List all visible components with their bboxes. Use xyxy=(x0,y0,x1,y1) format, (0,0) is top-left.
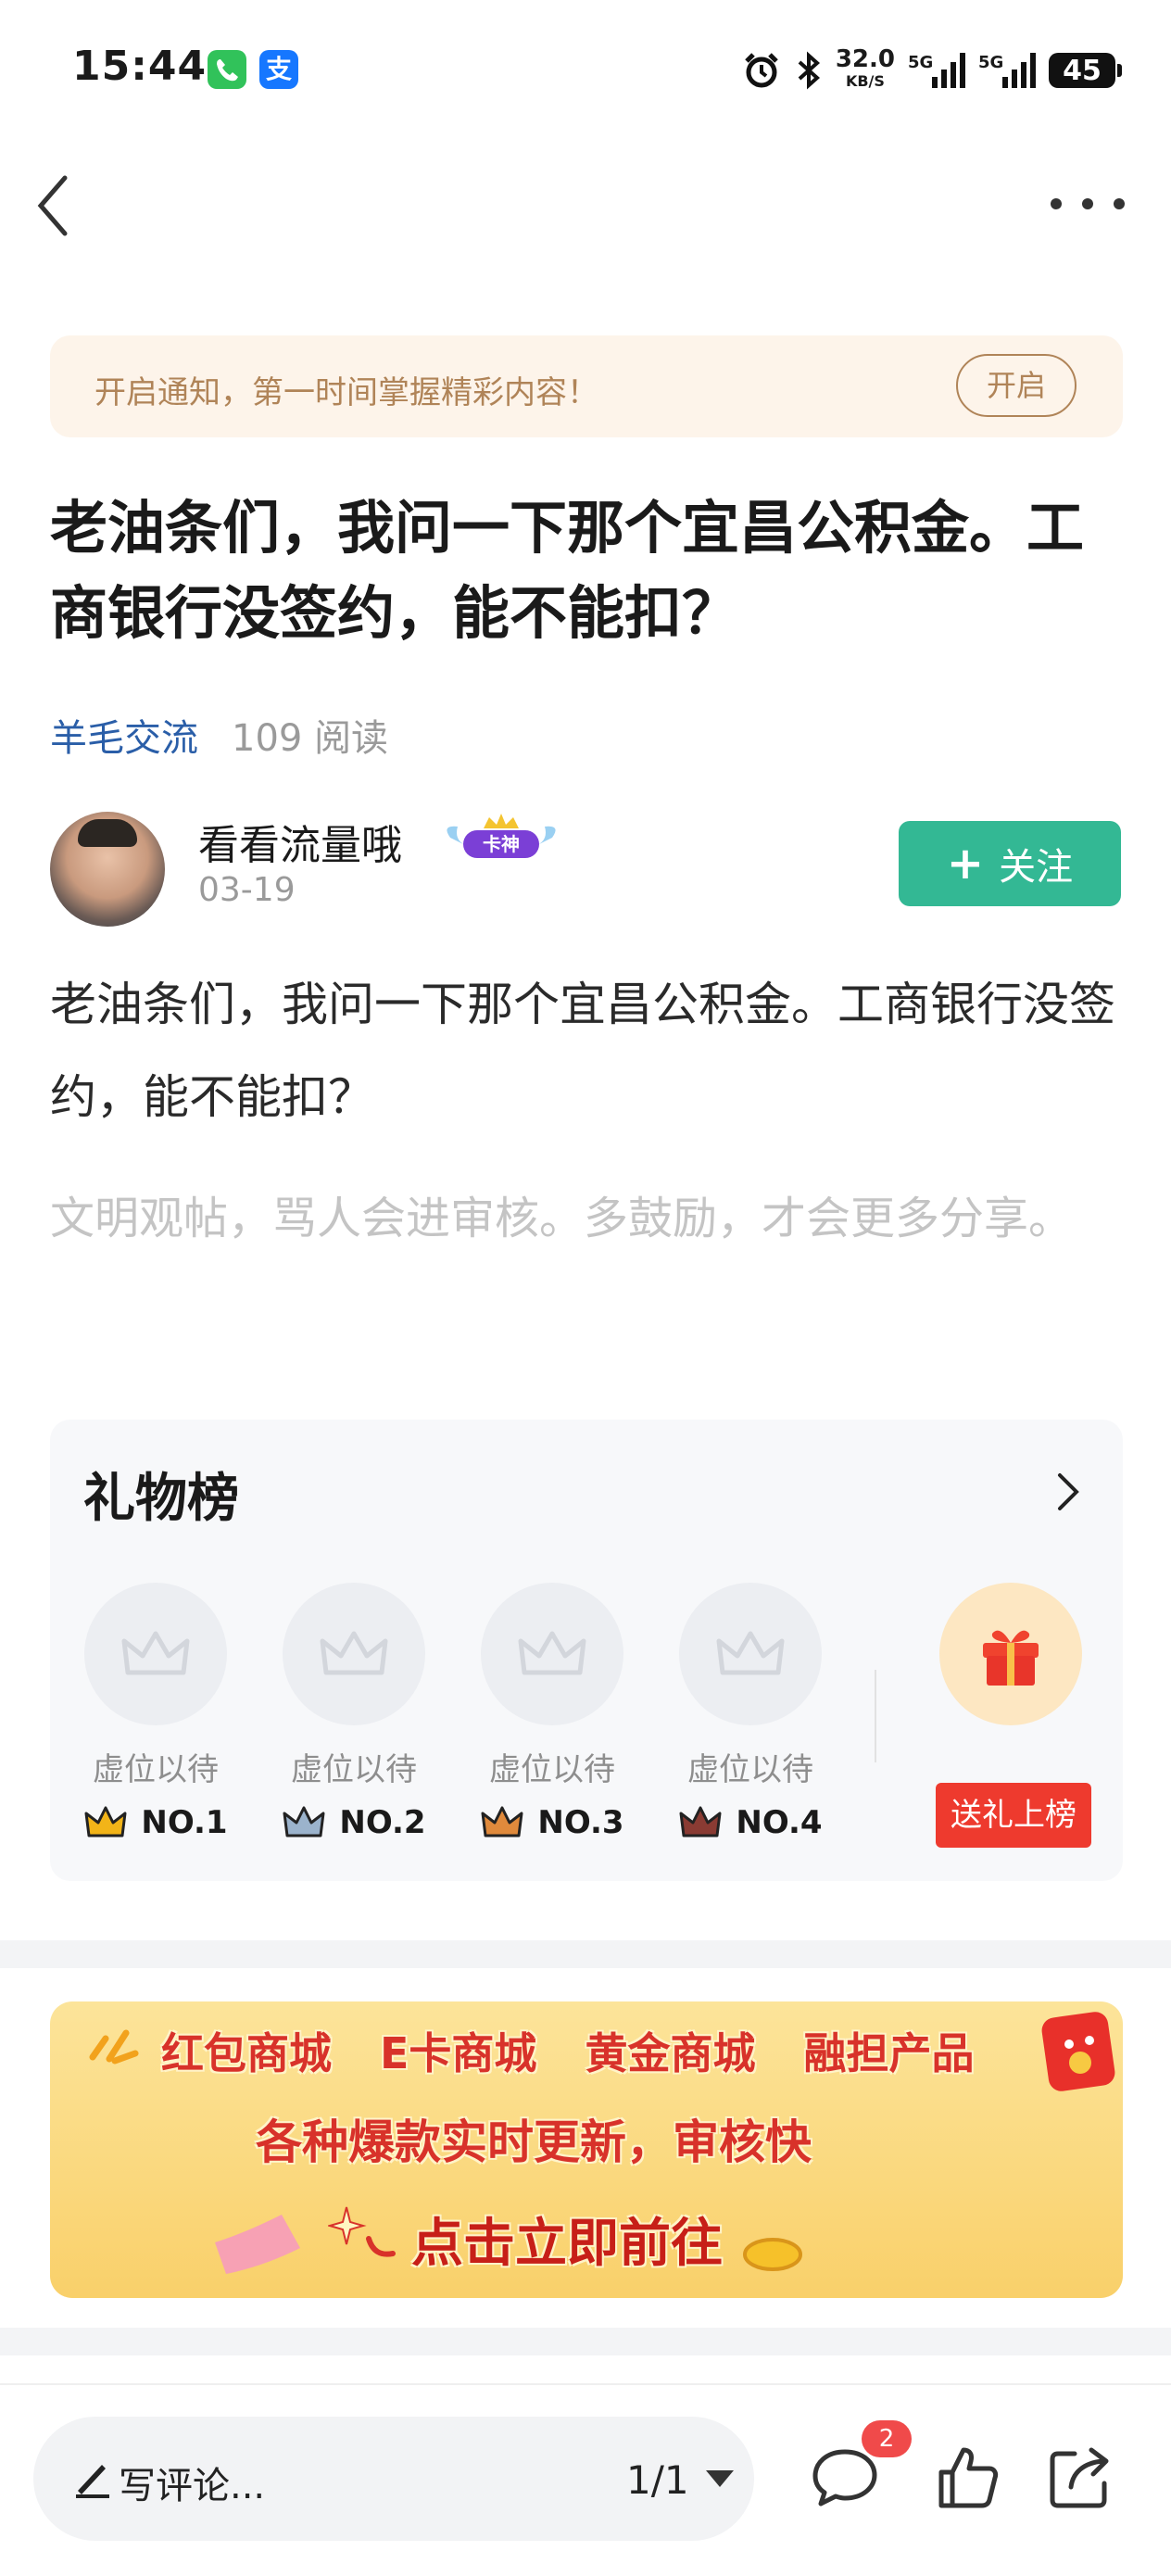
star-icon xyxy=(328,2206,396,2257)
enable-notification-button[interactable]: 开启 xyxy=(956,354,1077,417)
battery-indicator: 45 xyxy=(1049,53,1122,88)
post-title: 老油条们，我问一下那个宜昌公积金。工商银行没签约，能不能扣？ xyxy=(50,494,1085,647)
gift-icon[interactable] xyxy=(939,1583,1082,1725)
empty-slot-crown-icon xyxy=(481,1583,623,1725)
chevron-left-icon xyxy=(37,175,68,236)
alarm-icon xyxy=(745,53,778,88)
gift-slot-4[interactable]: 虚位以待 NO.4 xyxy=(676,1583,825,1841)
gift-ranking-card: 礼物榜 虚位以待 NO.1 虚位以待 NO.2 虚位以待 NO.3 虚位以待 N… xyxy=(50,1420,1123,1881)
like-icon[interactable] xyxy=(930,2441,1004,2515)
civility-hint: 文明观帖，骂人会进审核。多鼓励，才会更多分享。 xyxy=(50,1193,1074,1244)
status-bar: 15:44 支 32.0 KB/S 5G 5G 45 xyxy=(0,0,1171,139)
bronze-crown-icon xyxy=(481,1806,523,1837)
red-envelope-mascot-icon xyxy=(1041,2012,1115,2091)
plus-icon: + xyxy=(946,838,985,890)
gift-slot-3[interactable]: 虚位以待 NO.3 xyxy=(478,1583,626,1841)
network-speed: 32.0 KB/S xyxy=(835,45,895,90)
sparkle-icon xyxy=(89,2029,139,2065)
dark-crown-icon xyxy=(679,1806,722,1837)
page-indicator[interactable]: 1/1 xyxy=(626,2457,689,2503)
status-time: 15:44 xyxy=(72,43,208,90)
post-meta: 羊毛交流 109 阅读 xyxy=(50,708,388,762)
share-icon[interactable] xyxy=(1043,2441,1117,2515)
slot-label: 虚位以待 xyxy=(291,1751,417,1788)
post-date: 03-19 xyxy=(198,871,296,909)
author-avatar[interactable] xyxy=(50,812,165,927)
slot-rank: NO.2 xyxy=(280,1804,428,1841)
status-indicators: 32.0 KB/S 5G 5G 45 xyxy=(741,43,1122,98)
slot-rank: NO.3 xyxy=(478,1804,626,1841)
dot-icon xyxy=(1051,198,1062,209)
gift-ranking-title: 礼物榜 xyxy=(83,1469,239,1529)
promo-categories: 红包商城 E卡商城 黄金商城 融担产品 xyxy=(161,2020,974,2081)
comment-count-badge: 2 xyxy=(862,2420,912,2457)
gift-slot-1[interactable]: 虚位以待 NO.1 xyxy=(82,1583,230,1841)
notification-text: 开启通知，第一时间掌握精彩内容！ xyxy=(94,374,598,411)
author-name[interactable]: 看看流量哦 xyxy=(198,812,402,871)
section-divider xyxy=(0,1940,1171,1968)
comment-input[interactable]: 写评论... 1/1 xyxy=(33,2417,754,2541)
promo-category: E卡商城 xyxy=(380,2028,537,2078)
signal-icon: 5G xyxy=(908,53,965,88)
promo-category: 黄金商城 xyxy=(585,2028,756,2078)
follow-button[interactable]: + 关注 xyxy=(899,821,1121,906)
back-button[interactable] xyxy=(28,167,83,241)
follow-label: 关注 xyxy=(999,846,1074,889)
phone-icon xyxy=(208,50,246,89)
promo-category: 红包商城 xyxy=(161,2028,332,2078)
author-badge-label: 卡神 xyxy=(483,833,520,855)
empty-slot-crown-icon xyxy=(283,1583,425,1725)
chevron-right-icon[interactable] xyxy=(1049,1466,1086,1518)
slot-rank: NO.1 xyxy=(82,1804,230,1841)
slot-label: 虚位以待 xyxy=(489,1751,615,1788)
author-badge-icon: 卡神 xyxy=(447,814,556,858)
promo-subtitle: 各种爆款实时更新，审核快 xyxy=(256,2115,812,2169)
gift-slot-2[interactable]: 虚位以待 NO.2 xyxy=(280,1583,428,1841)
category-link[interactable]: 羊毛交流 xyxy=(50,708,198,762)
slot-rank: NO.4 xyxy=(676,1804,825,1841)
dot-icon xyxy=(1114,198,1125,209)
bluetooth-icon xyxy=(798,51,820,90)
read-count: 109 阅读 xyxy=(232,717,389,760)
promo-cta: 点击立即前往 xyxy=(411,2214,723,2274)
bottom-divider xyxy=(0,2383,1171,2385)
slot-label: 虚位以待 xyxy=(93,1751,219,1788)
divider xyxy=(875,1670,876,1762)
silver-crown-icon xyxy=(283,1806,325,1837)
pen-icon xyxy=(76,2465,109,2498)
empty-slot-crown-icon xyxy=(84,1583,227,1725)
post-body: 老油条们，我问一下那个宜昌公积金。工商银行没签约，能不能扣？ xyxy=(50,978,1115,1124)
signal-icon-2: 5G xyxy=(978,53,1036,88)
promo-banner[interactable]: 红包商城 E卡商城 黄金商城 融担产品 各种爆款实时更新，审核快 点击立即前往 xyxy=(50,2001,1123,2298)
alipay-icon: 支 xyxy=(259,50,298,89)
ticket-icon xyxy=(215,2215,300,2274)
section-divider xyxy=(0,2328,1171,2355)
caret-down-icon[interactable] xyxy=(706,2470,734,2487)
comment-placeholder: 写评论... xyxy=(119,2465,266,2507)
slot-label: 虚位以待 xyxy=(687,1751,813,1788)
dot-icon xyxy=(1082,198,1093,209)
send-gift-button[interactable]: 送礼上榜 xyxy=(936,1783,1091,1848)
empty-slot-crown-icon xyxy=(679,1583,822,1725)
gold-crown-icon xyxy=(84,1806,127,1837)
promo-category: 融担产品 xyxy=(803,2028,975,2078)
coin-icon xyxy=(743,2238,802,2271)
more-options-button[interactable] xyxy=(1051,185,1125,222)
notification-banner: 开启通知，第一时间掌握精彩内容！ 开启 xyxy=(50,335,1123,437)
